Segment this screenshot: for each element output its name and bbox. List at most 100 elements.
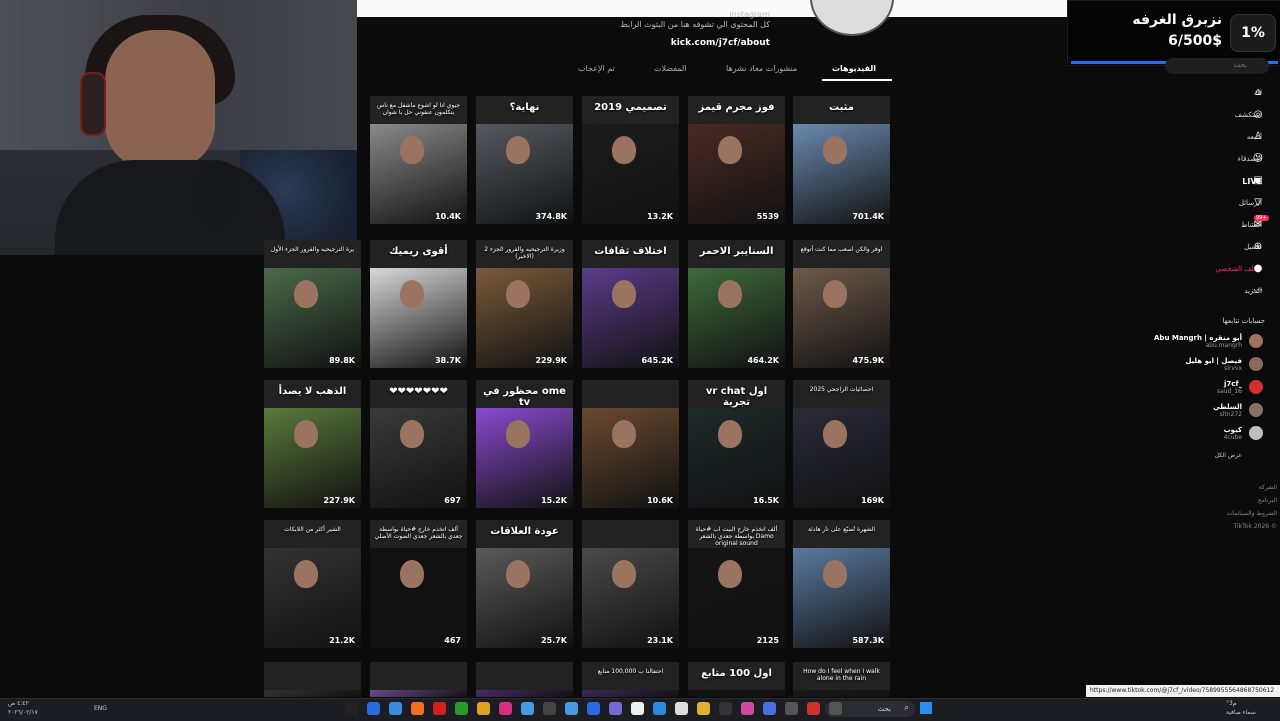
video-tile[interactable]: وزيرة الترجيحيه والفرور الجزء 2 (الاخير)… (476, 240, 573, 368)
profile-link[interactable]: kick.com/j7cf/about (640, 38, 770, 48)
video-thumbnail (688, 690, 785, 697)
thumbnail-face (612, 420, 636, 448)
video-caption: ألف اتخذم خارج البيت اب #حياة بواسطة جعد… (695, 526, 778, 547)
taskbar-app-icon[interactable] (521, 702, 534, 715)
taskbar-app-icon[interactable] (697, 702, 710, 715)
taskbar-app-icon[interactable] (499, 702, 512, 715)
taskbar-app-icon[interactable] (389, 702, 402, 715)
tab-liked[interactable]: تم الإعجاب (578, 64, 615, 73)
video-tile[interactable]: الشير أكثر من اللايكات 21.2K (264, 520, 361, 648)
video-tile[interactable]: ❤❤❤❤❤❤❤ 697 (370, 380, 467, 508)
following-account[interactable]: j7cf_ saud_16 (1150, 380, 1242, 395)
video-caption: محظور في ome tv (483, 386, 566, 408)
taskbar-app-icon[interactable] (345, 702, 358, 715)
video-caption: الشير أكثر من اللايكات (284, 526, 341, 533)
taskbar-app-icon[interactable] (367, 702, 380, 715)
footer-link[interactable]: الشركة (1195, 484, 1277, 491)
video-tile[interactable]: تصميمي 2019 13.2K (582, 96, 679, 224)
video-tile[interactable]: احتفالنا ب 100,000 متابع (582, 662, 679, 697)
video-tile[interactable]: اول 100 متابع (688, 662, 785, 697)
following-account[interactable]: فيصل | ابو هليل slrvvx (1150, 357, 1242, 372)
search-input[interactable]: بحث (1165, 58, 1269, 74)
tab-reposts[interactable]: منشورات معاد نشرها (726, 64, 797, 73)
video-tile[interactable] (370, 662, 467, 697)
footer-link[interactable]: الشروط والسياسات (1195, 510, 1277, 517)
video-tile[interactable]: اوفر والكن اصعب مما كنت أتوقع 475.9K (793, 240, 890, 368)
show-all-link[interactable]: عرض الكل (1190, 452, 1242, 459)
language-indicator[interactable]: ENG (94, 705, 107, 712)
video-tile[interactable]: How do I feel when I walk alone in the r… (793, 662, 890, 697)
view-count: 169K (861, 496, 884, 505)
taskbar-app-icon[interactable] (433, 702, 446, 715)
windows-start-icon[interactable] (920, 702, 932, 714)
taskbar-app-icon[interactable] (455, 702, 468, 715)
video-tile[interactable]: الذهب لا يصدأ 227.9K (264, 380, 361, 508)
video-tile[interactable]: عودة العلاقات 25.7K (476, 520, 573, 648)
video-caption: عودة العلاقات (490, 526, 559, 537)
taskbar-app-icon[interactable] (741, 702, 754, 715)
tab-videos[interactable]: الفيديوهات (832, 64, 876, 73)
video-caption: How do I feel when I walk alone in the r… (803, 668, 880, 682)
following-account[interactable]: السلطي sltn272 (1150, 403, 1242, 418)
taskbar-app-icon[interactable] (763, 702, 776, 715)
video-tile[interactable]: 10.6K (582, 380, 679, 508)
thumbnail-face (400, 280, 424, 308)
taskbar-app-icon[interactable] (653, 702, 666, 715)
following-account[interactable]: Abu Mangrh | أبو منقره abu.mangrh (1150, 334, 1242, 349)
taskbar-app-icon[interactable] (719, 702, 732, 715)
video-tile[interactable]: السنايبر الاحمر 464.2K (688, 240, 785, 368)
taskbar-app-icon[interactable] (829, 702, 842, 715)
view-count: 2125 (756, 636, 779, 645)
taskbar-app-icon[interactable] (785, 702, 798, 715)
video-thumbnail (264, 690, 361, 697)
tab-favorites[interactable]: المفضلات (654, 64, 687, 73)
taskbar-app-icon[interactable] (543, 702, 556, 715)
taskbar-search-label: بحث (877, 705, 891, 713)
video-tile[interactable]: اختلاف ثقافات 645.2K (582, 240, 679, 368)
video-tile[interactable]: vr chat اول تجربة 16.5K (688, 380, 785, 508)
taskbar-app-icon[interactable] (477, 702, 490, 715)
video-caption: الذهب لا يصدأ (278, 386, 347, 397)
video-tile[interactable] (264, 662, 361, 697)
video-tile[interactable]: نهاية؟ 374.8K (476, 96, 573, 224)
video-caption: نهاية؟ (509, 102, 540, 113)
account-avatar[interactable] (1249, 357, 1263, 371)
video-tile[interactable]: محظور في ome tv 15.2K (476, 380, 573, 508)
video-tile[interactable] (476, 662, 573, 697)
sidebar-icon: ⋯ (1253, 285, 1263, 296)
video-tile[interactable]: احصائيات الراجحي 2025 169K (793, 380, 890, 508)
taskbar-app-icon[interactable] (565, 702, 578, 715)
video-tile[interactable]: يرة الترجيحيه والفرور الجزء الأول 89.8K (264, 240, 361, 368)
following-account[interactable]: كيوب 4cube (1150, 426, 1242, 441)
video-tile[interactable]: جيوي انا لو اشوع ماشفل مع ناس يتكلمون عن… (370, 96, 467, 224)
thumbnail-face (718, 280, 742, 308)
profile-avatar[interactable] (810, 0, 894, 36)
taskbar-app-icon[interactable] (411, 702, 424, 715)
profile-bio: كل المحتوى الي تشوفه هنا من البثوث الراب… (620, 20, 770, 29)
taskbar-app-icon[interactable] (609, 702, 622, 715)
taskbar-app-icon[interactable] (807, 702, 820, 715)
video-tile[interactable]: 23.1K (582, 520, 679, 648)
account-avatar[interactable] (1249, 380, 1263, 394)
taskbar-app-icon[interactable] (631, 702, 644, 715)
video-tile[interactable]: مثبت 701.4K (793, 96, 890, 224)
thumbnail-face (506, 136, 530, 164)
video-caption: السنايبر الاحمر (699, 246, 774, 257)
view-count: 697 (444, 496, 461, 505)
sidebar-icon: ⌂ (1254, 87, 1262, 98)
sidebar-icon: ☺ (1252, 153, 1264, 164)
footer-link[interactable]: البرنامج (1195, 497, 1277, 504)
video-tile[interactable]: ألف اتخذم خارج البيت اب #حياة بواسطة جعد… (688, 520, 785, 648)
video-tile[interactable]: الشهرة تُضيّع على نار هادئة 587.3K (793, 520, 890, 648)
taskbar-app-icon[interactable] (675, 702, 688, 715)
footer-link[interactable]: TikTok 2026 © (1195, 523, 1278, 530)
view-count: 701.4K (852, 212, 884, 221)
video-tile[interactable]: فوز مجرم قيمز 5539 (688, 96, 785, 224)
video-tile[interactable]: أقوى ريميك 38.7K (370, 240, 467, 368)
video-tile[interactable]: ألف اتخذم خارج #حياة بواسطة جعدي بالشعر … (370, 520, 467, 648)
account-avatar[interactable] (1249, 403, 1263, 417)
account-avatar[interactable] (1249, 426, 1263, 440)
taskbar-app-icon[interactable] (587, 702, 600, 715)
account-avatar[interactable] (1249, 334, 1263, 348)
account-handle: 4cube (1223, 434, 1242, 441)
